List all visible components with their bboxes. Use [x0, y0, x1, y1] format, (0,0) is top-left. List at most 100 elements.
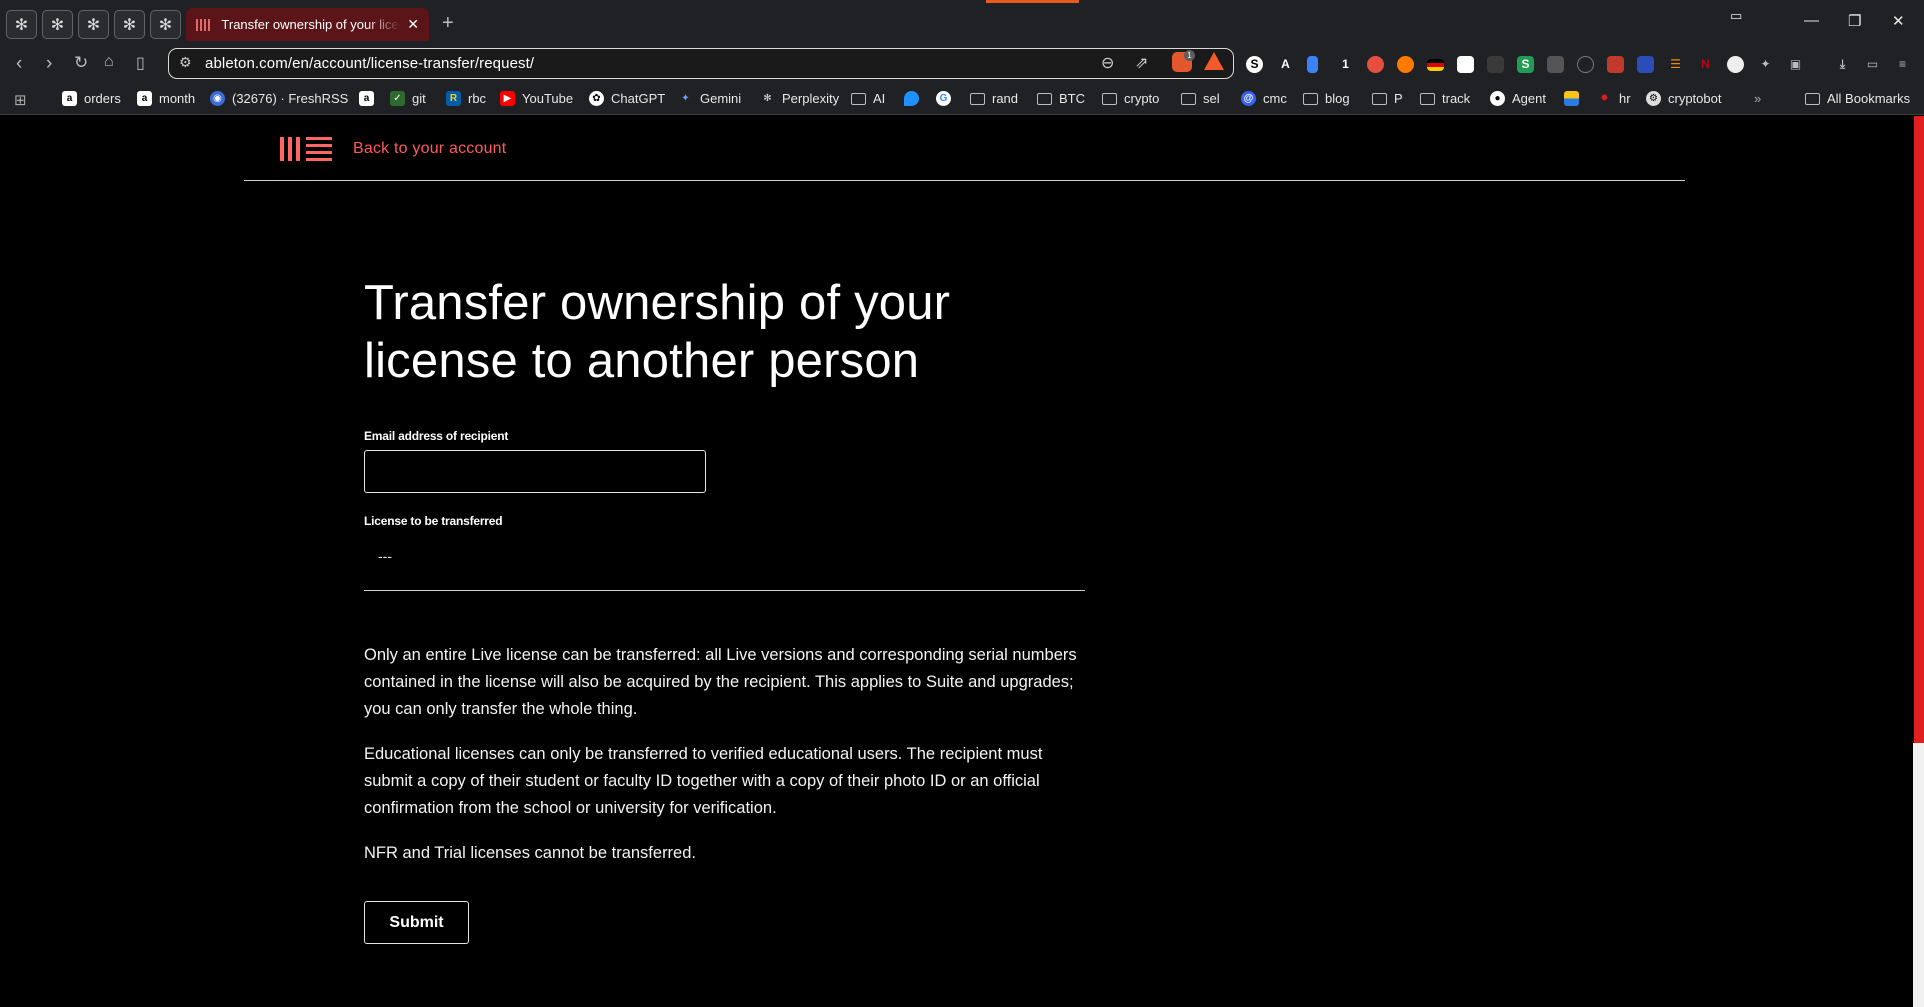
download-icon[interactable]: ⤓ [1834, 56, 1851, 73]
bookmark-item[interactable]: Rrbc [446, 91, 486, 106]
pinned-tab[interactable]: ✻ [150, 10, 181, 39]
menu-icon[interactable]: ≡ [1894, 56, 1911, 73]
folder-icon [1372, 92, 1387, 105]
back-arrow-icon[interactable]: ‹ [16, 53, 22, 75]
site-header: Back to your account [244, 116, 1685, 181]
submit-button[interactable]: Submit [364, 901, 469, 944]
bookmark-item[interactable]: ⚙ cryptobot [1646, 91, 1721, 106]
page-content: Back to your account Transfer ownership … [0, 116, 1924, 1007]
perplexity-icon: ✻ [158, 16, 173, 34]
home-icon[interactable]: ⌂ [104, 53, 114, 71]
bookmark-item[interactable] [1564, 91, 1586, 106]
extension-gmail-icon[interactable] [1607, 56, 1624, 73]
extension-grid-icon[interactable] [1637, 56, 1654, 73]
license-selected-value: --- [378, 548, 392, 564]
bookmark-item[interactable]: a [359, 91, 381, 106]
scrollbar-track[interactable] [1913, 743, 1924, 1007]
bookmark-item[interactable]: ✦ Gemini [678, 91, 741, 106]
bookmark-item[interactable]: track [1420, 91, 1470, 106]
zoom-icon[interactable]: ⊖ [1101, 53, 1114, 73]
new-tab-button[interactable]: + [442, 12, 454, 35]
bookmark-item[interactable]: ◉ (32676) · FreshRSS [210, 91, 348, 106]
tab-strip-indicator [986, 0, 1079, 3]
bookmark-item[interactable]: ✻ Perplexity [760, 91, 839, 106]
bookmark-label: cmc [1263, 91, 1287, 106]
tab-search-icon[interactable]: ▭ [1730, 8, 1742, 24]
bookmark-item[interactable]: sel [1181, 91, 1220, 106]
apps-grid-icon[interactable]: ⊞ [14, 91, 27, 109]
agent-icon: ● [1490, 91, 1505, 106]
active-tab[interactable]: Transfer ownership of your license to an… [186, 8, 429, 41]
restore-button[interactable]: ❐ [1848, 12, 1861, 30]
window-close-button[interactable]: ✕ [1892, 12, 1905, 30]
reload-icon[interactable]: ↻ [74, 53, 88, 73]
bookmark-item[interactable]: ✹ hr [1597, 91, 1630, 106]
bookmark-item[interactable]: ✿ ChatGPT [589, 91, 665, 106]
wallet-icon[interactable]: ▭ [1864, 56, 1881, 73]
extension-dollar-icon[interactable]: S [1517, 56, 1534, 73]
bookmark-item[interactable]: ✓ git [390, 91, 426, 106]
license-select[interactable]: --- [364, 536, 1085, 591]
address-bar[interactable]: ⚙ ableton.com/en/account/license-transfe… [168, 48, 1234, 79]
pinned-tab[interactable]: ✻ [78, 10, 109, 39]
bookmark-item[interactable]: a orders [62, 91, 121, 106]
all-bookmarks[interactable]: All Bookmarks [1805, 91, 1910, 106]
pinned-tab[interactable]: ✻ [42, 10, 73, 39]
extension-target-icon[interactable] [1577, 56, 1594, 73]
bookmark-item[interactable]: AI [851, 91, 885, 106]
bookmark-item[interactable]: P [1372, 91, 1403, 106]
bookmark-label: Agent [1512, 91, 1546, 106]
tab-title: Transfer ownership of your license to an… [221, 17, 401, 32]
sidebar-icon[interactable]: ▣ [1787, 56, 1804, 73]
extension-book-icon[interactable] [1307, 56, 1318, 73]
extension-circle-icon[interactable] [1367, 56, 1384, 73]
close-icon[interactable]: ✕ [407, 16, 419, 33]
extension-copy-icon[interactable] [1547, 56, 1564, 73]
extension-1password-icon[interactable]: 1 [1337, 56, 1354, 73]
bookmark-item[interactable]: BTC [1037, 91, 1085, 106]
pinned-tab[interactable]: ✻ [6, 10, 37, 39]
rss-icon[interactable]: ☰ [1667, 56, 1684, 73]
extension-cloud-icon[interactable] [1727, 56, 1744, 73]
bookmark-item[interactable]: @ cmc [1241, 91, 1287, 106]
extension-a-icon[interactable]: A [1277, 56, 1294, 73]
bookmark-item[interactable]: G [936, 91, 958, 106]
bookmark-item[interactable]: ● Agent [1490, 91, 1546, 106]
forward-arrow-icon[interactable]: › [46, 53, 52, 75]
url-text[interactable]: ableton.com/en/account/license-transfer/… [205, 55, 534, 72]
bookmark-item[interactable]: crypto [1102, 91, 1159, 106]
git-icon: ✓ [390, 91, 405, 106]
info-paragraph: Educational licenses can only be transfe… [364, 745, 1043, 817]
scrollbar-thumb[interactable] [1913, 116, 1924, 743]
extension-s-icon[interactable]: S [1246, 56, 1263, 73]
site-info-icon[interactable]: ⚙ [179, 54, 192, 71]
brave-rewards-icon[interactable] [1204, 52, 1224, 70]
extension-flag-icon[interactable] [1427, 59, 1444, 71]
perplexity-icon: ✻ [14, 16, 29, 34]
email-label: Email address of recipient [364, 429, 509, 443]
bookmark-label: crypto [1124, 91, 1160, 106]
extension-window-icon[interactable] [1457, 56, 1474, 73]
share-icon[interactable]: ⇗ [1135, 53, 1148, 73]
extension-flower-icon[interactable] [1397, 56, 1414, 73]
bookmark-icon[interactable]: ▯ [136, 53, 145, 73]
freshrss-icon: ◉ [210, 91, 225, 106]
bookmark-item[interactable] [904, 91, 926, 106]
folder-icon [1805, 92, 1820, 105]
extensions-puzzle-icon[interactable]: ✦ [1757, 56, 1774, 73]
pinned-tab[interactable]: ✻ [114, 10, 145, 39]
bookmark-item[interactable]: ▶ YouTube [500, 91, 573, 106]
back-to-account-link[interactable]: Back to your account [353, 140, 506, 158]
recipient-email-input[interactable] [364, 450, 706, 493]
bookmark-item[interactable]: rand [970, 91, 1018, 106]
bookmark-label: orders [84, 91, 121, 106]
youtube-icon: ▶ [500, 91, 515, 106]
netflix-icon[interactable]: N [1697, 56, 1714, 73]
extension-shield-icon[interactable] [1487, 56, 1504, 73]
bookmark-item[interactable]: a month [137, 91, 195, 106]
minimize-button[interactable]: — [1804, 12, 1819, 29]
bookmark-item[interactable]: blog [1303, 91, 1350, 106]
more-bookmarks-chevron-icon[interactable]: » [1754, 91, 1761, 106]
bookmark-label: blog [1325, 91, 1350, 106]
ableton-logo[interactable] [280, 137, 336, 161]
